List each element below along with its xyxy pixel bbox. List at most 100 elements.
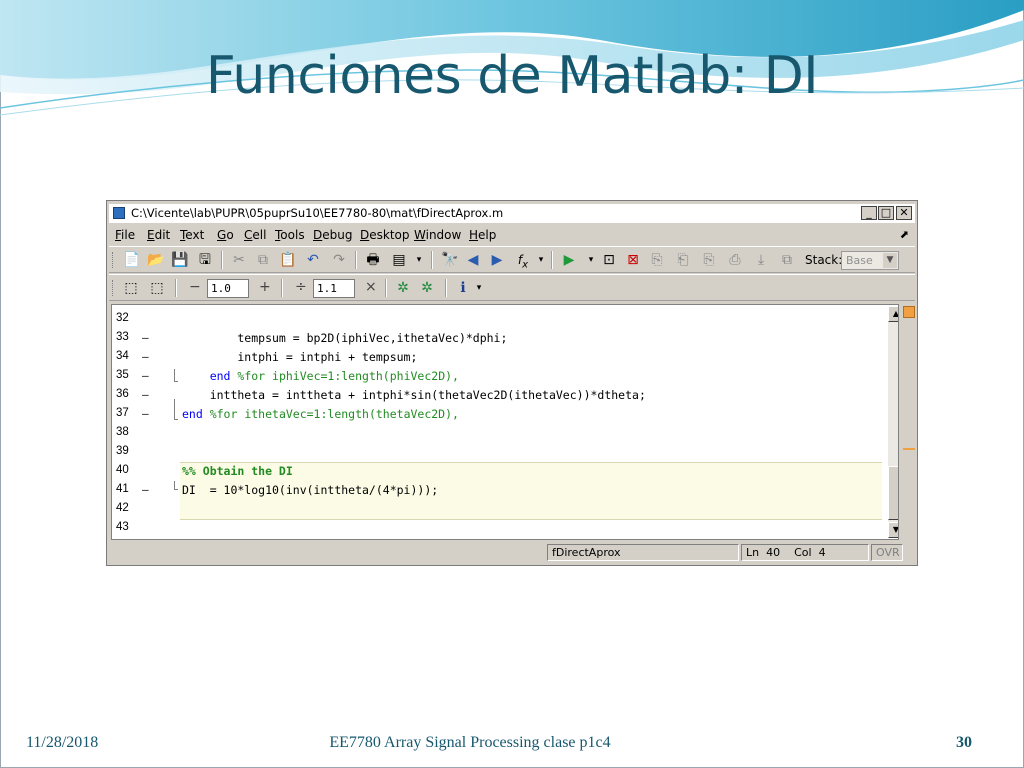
line-number: 36	[116, 388, 129, 400]
executable-marker[interactable]: –	[142, 407, 149, 420]
stack-select-value: Base	[846, 254, 873, 267]
stack-label: Stack:	[805, 253, 843, 267]
code-editor[interactable]: 32 33 – tempsum = bp2D(iphiVec,ithetaVec…	[111, 304, 899, 540]
code-text: intphi = intphi + tempsum;	[182, 350, 418, 364]
main-toolbar: 📄 📂 💾 🖫 ✂ ⧉ 📋 ↶ ↷ 🖶 ▤ ▾ 🔭 ◀ ▶ fx ▾ ▶ ▾ ⊡…	[109, 246, 915, 273]
toolbar-separator	[431, 251, 433, 269]
dock-arrow-icon[interactable]: ⬈	[900, 228, 909, 241]
executable-marker[interactable]: –	[142, 483, 149, 496]
dropdown-arrow-icon[interactable]: ▾	[583, 252, 599, 268]
undo-icon[interactable]: ↶	[305, 252, 321, 268]
executable-marker[interactable]: –	[142, 388, 149, 401]
code-line: 34 – intphi = intphi + tempsum;	[112, 347, 882, 366]
dropdown-arrow-icon[interactable]: ▾	[471, 280, 487, 296]
cell-value-1-field[interactable]: 1.0	[207, 279, 249, 298]
scroll-down-icon[interactable]: ▼	[888, 522, 898, 538]
multiply-button[interactable]: ×	[365, 279, 377, 295]
executable-marker[interactable]: –	[142, 331, 149, 344]
maximize-button[interactable]: □	[878, 206, 894, 220]
menu-desktop[interactable]: Desktop	[360, 228, 410, 242]
menu-debug[interactable]: Debug	[313, 228, 352, 242]
cut-icon[interactable]: ✂	[231, 252, 247, 268]
window-titlebar[interactable]: C:\Vicente\lab\PUPR\05puprSu10\EE7780-80…	[109, 204, 915, 223]
toolbar-grip-icon[interactable]	[112, 252, 115, 268]
paste-icon[interactable]: 📋	[279, 252, 296, 268]
step-out-icon[interactable]: ⎘	[701, 252, 717, 268]
menu-go[interactable]: Go	[217, 228, 234, 242]
insert-cell-icon[interactable]: ⬚	[123, 280, 139, 296]
warning-marker[interactable]	[903, 448, 915, 450]
continue-icon[interactable]: ⎙	[727, 252, 743, 268]
footer-course: EE7780 Array Signal Processing clase p1c…	[329, 734, 611, 751]
set-breakpoint-icon[interactable]: ⊡	[601, 252, 617, 268]
info-icon[interactable]: ℹ	[455, 280, 471, 296]
dropdown-arrow-icon[interactable]: ▾	[533, 252, 549, 268]
menu-bar: File Edit Text Go Cell Tools Debug Deskt…	[109, 225, 915, 245]
cell-mode-icon[interactable]: ⬚	[149, 280, 165, 296]
menu-edit[interactable]: Edit	[147, 228, 170, 242]
cell-value-2-field[interactable]: 1.1	[313, 279, 355, 298]
column-value: 4	[818, 546, 826, 559]
code-text: inttheta = inttheta + intphi*sin(thetaVe…	[182, 388, 646, 402]
redo-icon[interactable]: ↷	[331, 252, 347, 268]
code-line: 33 – tempsum = bp2D(iphiVec,ithetaVec)*d…	[112, 328, 882, 347]
line-number: 41	[116, 483, 129, 495]
code-line: 36 – inttheta = inttheta + intphi*sin(th…	[112, 385, 882, 404]
menu-tools[interactable]: Tools	[275, 228, 305, 242]
decrement-button[interactable]: −	[189, 279, 201, 295]
line-number: 37	[116, 407, 129, 419]
scroll-up-icon[interactable]: ▲	[888, 306, 898, 322]
code-line: 43	[112, 518, 882, 537]
window-title: C:\Vicente\lab\PUPR\05puprSu10\EE7780-80…	[131, 206, 504, 220]
evaluate-cell-icon[interactable]: ✲	[395, 280, 411, 296]
divide-button[interactable]: ÷	[295, 279, 307, 295]
new-file-icon[interactable]: 📄	[123, 252, 140, 268]
status-function-name: fDirectAprox	[547, 544, 739, 561]
function-browser-icon[interactable]: fx	[515, 252, 531, 270]
save-icon[interactable]: 💾	[171, 252, 188, 268]
toolbar-separator	[385, 279, 387, 297]
line-number: 40	[116, 464, 129, 476]
run-icon[interactable]: ▶	[561, 252, 577, 268]
exit-debug-icon[interactable]: ⤓	[753, 252, 769, 268]
increment-button[interactable]: +	[259, 279, 271, 295]
forward-arrow-icon[interactable]: ▶	[489, 252, 505, 268]
scroll-thumb[interactable]	[888, 466, 898, 520]
stack-select[interactable]: Base ▼	[841, 251, 899, 270]
executable-marker[interactable]: –	[142, 350, 149, 363]
dropdown-arrow-icon[interactable]: ▾	[411, 252, 427, 268]
menu-window[interactable]: Window	[414, 228, 461, 242]
cell-toolbar: ⬚ ⬚ − 1.0 + ÷ 1.1 × ✲ ✲ ℹ ▾	[109, 274, 915, 301]
minimize-button[interactable]: _	[861, 206, 877, 220]
toolbar-grip-icon[interactable]	[112, 280, 115, 296]
page-number: 30	[956, 734, 972, 751]
toolbar-separator	[175, 279, 177, 297]
back-arrow-icon[interactable]: ◀	[465, 252, 481, 268]
toolbar-separator	[355, 251, 357, 269]
clear-breakpoints-icon[interactable]: ⊠	[625, 252, 641, 268]
executable-marker[interactable]: –	[142, 369, 149, 382]
vertical-scrollbar[interactable]: ▲ ▼	[888, 306, 898, 538]
menu-cell[interactable]: Cell	[244, 228, 266, 242]
evaluate-cell-advance-icon[interactable]: ✲	[419, 280, 435, 296]
debug-stack-icon[interactable]: ⧉	[779, 252, 795, 268]
open-file-icon[interactable]: 📂	[147, 252, 164, 268]
step-in-icon[interactable]: ⎗	[675, 252, 691, 268]
step-icon[interactable]: ⎘	[649, 252, 665, 268]
copy-icon[interactable]: ⧉	[255, 252, 271, 268]
close-button[interactable]: ✕	[896, 206, 912, 220]
code-line: 42	[112, 499, 882, 518]
slide-title: Funciones de Matlab: DI	[205, 46, 819, 106]
print-icon[interactable]: 🖶	[365, 252, 381, 268]
find-icon[interactable]: 🔭	[441, 252, 458, 268]
menu-file[interactable]: File	[115, 228, 135, 242]
menu-text[interactable]: Text	[180, 228, 204, 242]
menu-help[interactable]: Help	[469, 228, 496, 242]
matlab-editor-window: C:\Vicente\lab\PUPR\05puprSu10\EE7780-80…	[106, 200, 918, 566]
line-value: 40	[766, 546, 781, 559]
status-bar: fDirectAprox Ln 40 Col 4 OVR	[109, 543, 915, 563]
page-setup-icon[interactable]: ▤	[391, 252, 407, 268]
warning-indicator-icon[interactable]	[903, 306, 915, 318]
save-all-icon[interactable]: 🖫	[197, 252, 213, 268]
line-number: 33	[116, 331, 129, 343]
